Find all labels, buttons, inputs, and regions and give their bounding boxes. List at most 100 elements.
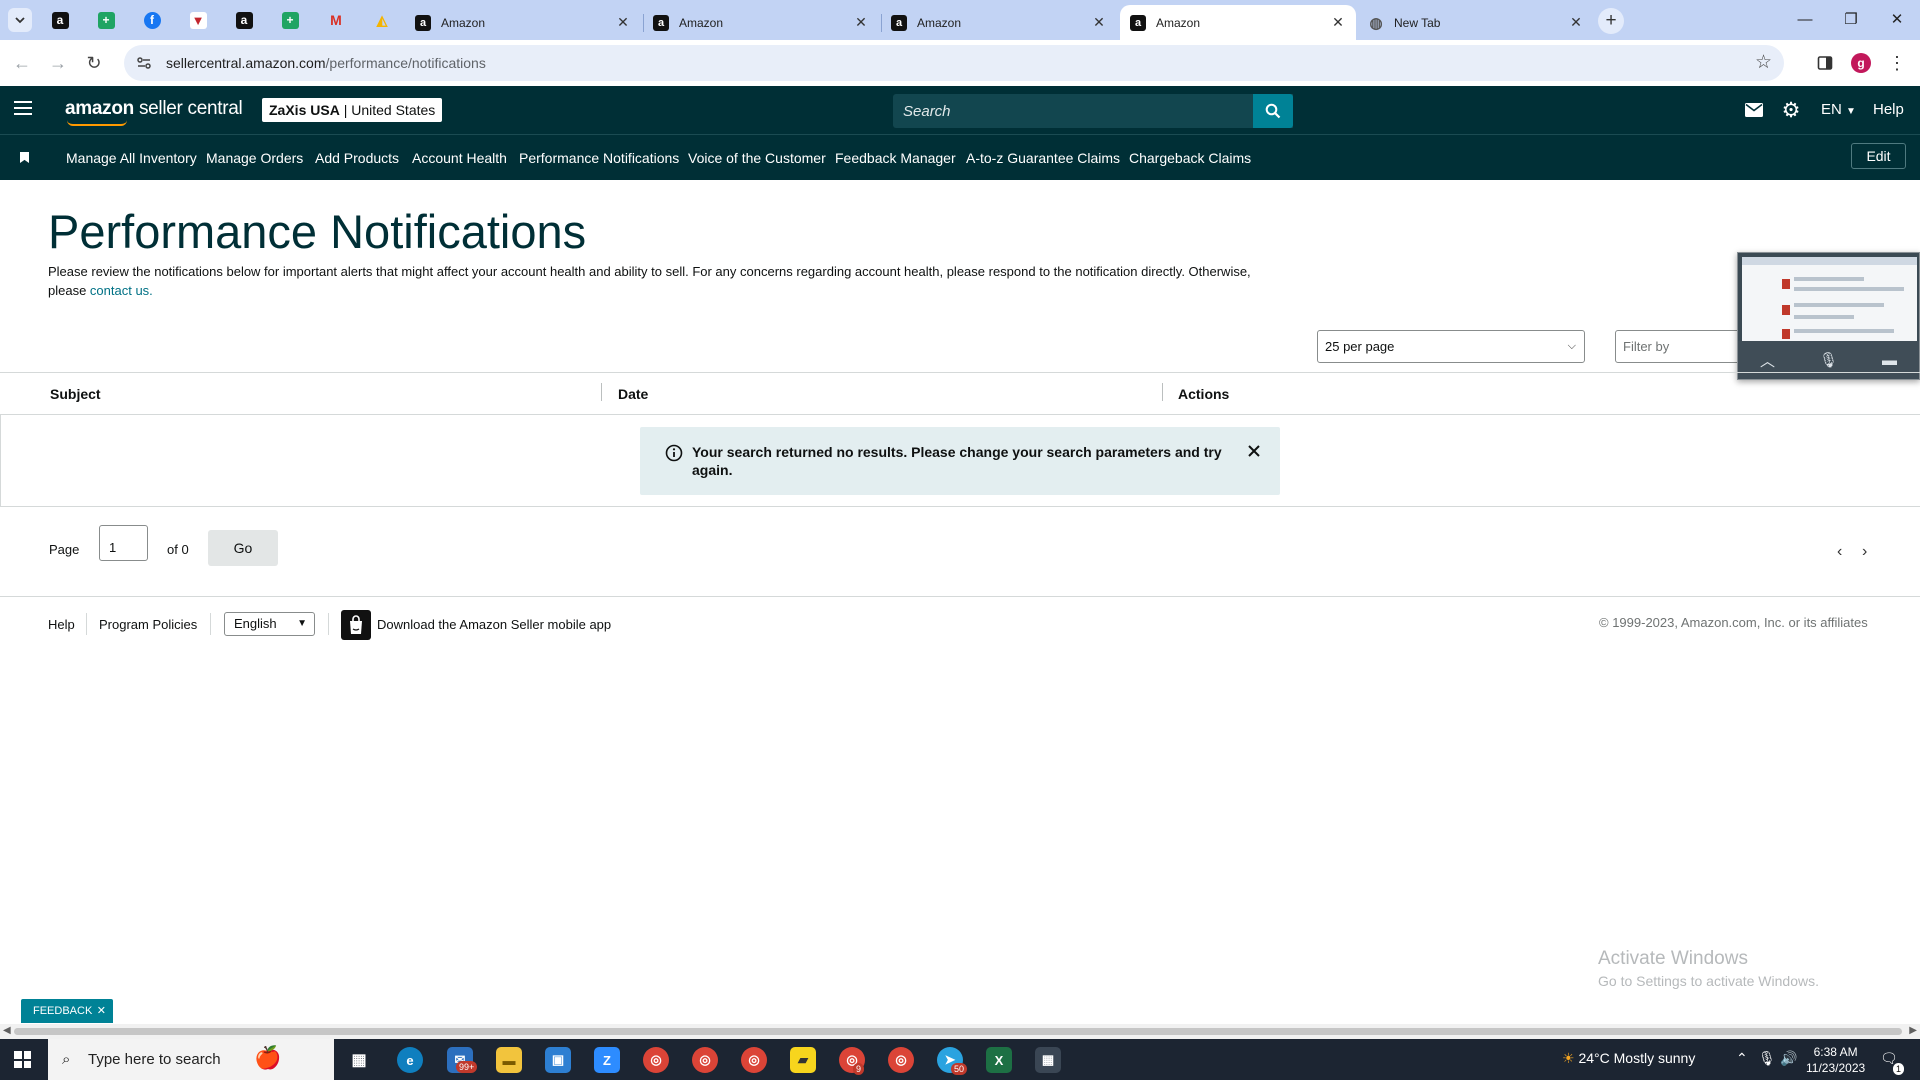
chrome-profile-icon[interactable]: ◎: [692, 1047, 718, 1073]
nav-manage-all-inventory[interactable]: Manage All Inventory: [66, 150, 197, 166]
notification-count: 1: [1893, 1063, 1905, 1075]
close-icon[interactable]: ✕: [97, 999, 106, 1023]
scrollbar-thumb[interactable]: [14, 1028, 1902, 1035]
close-icon[interactable]: ✕: [1330, 14, 1346, 31]
weather-widget[interactable]: ☀ 24°C Mostly sunny: [1562, 1050, 1695, 1067]
edge-icon[interactable]: e: [397, 1047, 423, 1073]
restore-icon[interactable]: ❐: [1828, 8, 1874, 32]
chrome-icon[interactable]: ◎: [643, 1047, 669, 1073]
window-close-icon[interactable]: ✕: [1874, 8, 1920, 32]
nav-a-to-z-claims[interactable]: A-to-z Guarantee Claims: [966, 150, 1120, 166]
scroll-left-arrow-icon[interactable]: ◀: [3, 1025, 11, 1036]
pinned-tab-gmail[interactable]: M: [323, 7, 349, 33]
column-date[interactable]: Date: [618, 386, 648, 402]
nav-feedback-manager[interactable]: Feedback Manager: [835, 150, 956, 166]
tab-amazon-3[interactable]: a Amazon ✕: [881, 5, 1117, 40]
tab-amazon-2[interactable]: a Amazon ✕: [643, 5, 879, 40]
close-icon[interactable]: ✕: [853, 14, 869, 31]
taskbar-search[interactable]: ⌕ Type here to search 🍎: [48, 1039, 334, 1080]
column-subject[interactable]: Subject: [50, 386, 101, 402]
chevron-left-icon[interactable]: ‹: [1837, 543, 1842, 561]
windows-start-icon[interactable]: [14, 1051, 31, 1068]
site-settings-icon[interactable]: [134, 53, 154, 73]
pinned-tab-amazon-1[interactable]: a: [47, 7, 73, 33]
contact-us-link[interactable]: contact us.: [90, 283, 153, 298]
page-number-input[interactable]: [99, 525, 148, 561]
close-icon[interactable]: ✕: [615, 14, 631, 31]
task-view-icon[interactable]: ▦: [346, 1047, 372, 1073]
header-help-link[interactable]: Help: [1873, 101, 1904, 118]
amazon-icon: a: [235, 11, 253, 29]
go-button[interactable]: Go: [208, 530, 278, 566]
microphone-muted-icon[interactable]: 🎙: [1819, 351, 1838, 369]
reload-icon[interactable]: ↻: [82, 51, 106, 75]
camera-icon[interactable]: ▬: [1882, 352, 1897, 369]
browser-menu-icon[interactable]: ⋮: [1886, 52, 1908, 74]
language-menu[interactable]: EN ▼: [1821, 101, 1856, 118]
speaker-icon[interactable]: 🔊: [1780, 1050, 1797, 1067]
new-tab-button[interactable]: +: [1598, 8, 1624, 34]
minimize-icon[interactable]: —: [1782, 8, 1828, 32]
profile-avatar[interactable]: g: [1850, 52, 1872, 74]
gear-icon[interactable]: ⚙: [1780, 99, 1802, 122]
clock-date: 11/23/2023: [1806, 1061, 1866, 1075]
scroll-right-arrow-icon[interactable]: ▶: [1909, 1025, 1917, 1036]
system-clock[interactable]: 6:38 AM 11/23/2023: [1806, 1044, 1865, 1076]
excel-icon[interactable]: X: [986, 1047, 1012, 1073]
tray-chevron-up-icon[interactable]: ⌃: [1736, 1050, 1748, 1067]
hamburger-menu-icon[interactable]: [14, 101, 32, 115]
close-icon[interactable]: [1245, 442, 1263, 460]
nav-voice-of-the-customer[interactable]: Voice of the Customer: [688, 150, 826, 166]
footer-language-select[interactable]: English ▼: [224, 612, 315, 636]
per-page-select[interactable]: 25 per page ⌵: [1317, 330, 1585, 363]
footer-help-link[interactable]: Help: [48, 617, 75, 632]
feedback-tab[interactable]: FEEDBACK ✕: [21, 999, 113, 1023]
sticky-notes-icon[interactable]: ▰: [790, 1047, 816, 1073]
forward-arrow-icon[interactable]: →: [46, 51, 70, 75]
pinned-tab-amazon-2[interactable]: a: [231, 7, 257, 33]
file-explorer-icon[interactable]: ▬: [496, 1047, 522, 1073]
amazon-smile-icon: [67, 120, 127, 126]
back-arrow-icon[interactable]: ←: [10, 51, 34, 75]
chevron-up-icon[interactable]: ︿: [1760, 350, 1775, 371]
horizontal-scrollbar[interactable]: ◀ ▶: [0, 1024, 1920, 1039]
mail-icon[interactable]: [1743, 99, 1765, 121]
pinned-tab-sheets-1[interactable]: +: [93, 7, 119, 33]
chevron-right-icon[interactable]: ›: [1862, 543, 1867, 561]
program-policies-link[interactable]: Program Policies: [99, 617, 197, 632]
seller-central-logo[interactable]: amazon seller central: [65, 98, 243, 126]
tab-search-button[interactable]: [8, 8, 32, 32]
close-icon[interactable]: ✕: [1091, 14, 1107, 31]
edit-nav-button[interactable]: Edit: [1851, 143, 1906, 169]
floating-video-window[interactable]: ︿ 🎙 ▬: [1737, 252, 1920, 380]
pinned-tab-facebook[interactable]: f: [139, 7, 165, 33]
nav-performance-notifications[interactable]: Performance Notifications: [519, 150, 679, 166]
chrome-profile-icon[interactable]: ◎: [741, 1047, 767, 1073]
bookmark-icon[interactable]: [20, 152, 29, 163]
nav-add-products[interactable]: Add Products: [315, 150, 399, 166]
nav-chargeback-claims[interactable]: Chargeback Claims: [1129, 150, 1251, 166]
chrome-profile-icon[interactable]: ◎: [888, 1047, 914, 1073]
amazon-icon: a: [415, 14, 431, 31]
close-icon[interactable]: ✕: [1568, 14, 1584, 31]
calculator-icon[interactable]: ▦: [1035, 1047, 1061, 1073]
search-button[interactable]: [1253, 94, 1293, 128]
pinned-tab-sheets-2[interactable]: +: [277, 7, 303, 33]
search-input[interactable]: [893, 94, 1293, 128]
nav-manage-orders[interactable]: Manage Orders: [206, 150, 303, 166]
pinned-tab-shield[interactable]: ▼: [185, 7, 211, 33]
tab-amazon-active[interactable]: a Amazon ✕: [1120, 5, 1356, 40]
side-panel-icon[interactable]: [1814, 52, 1836, 74]
account-switcher[interactable]: ZaXis USA | United States: [262, 98, 443, 122]
seller-app-icon[interactable]: [341, 610, 371, 640]
nav-account-health[interactable]: Account Health: [412, 150, 507, 166]
store-icon[interactable]: ▣: [545, 1047, 571, 1073]
download-app-link[interactable]: Download the Amazon Seller mobile app: [377, 617, 611, 632]
tab-amazon-1[interactable]: a Amazon ✕: [405, 5, 641, 40]
pinned-tab-drive[interactable]: ◭: [369, 7, 395, 33]
tab-new-tab[interactable]: ◍ New Tab ✕: [1358, 5, 1594, 40]
bookmark-star-icon[interactable]: ☆: [1755, 53, 1772, 73]
microphone-icon[interactable]: 🎙: [1758, 1050, 1776, 1067]
address-bar[interactable]: sellercentral.amazon.com/performance/not…: [124, 45, 1784, 81]
zoom-icon[interactable]: Z: [594, 1047, 620, 1073]
